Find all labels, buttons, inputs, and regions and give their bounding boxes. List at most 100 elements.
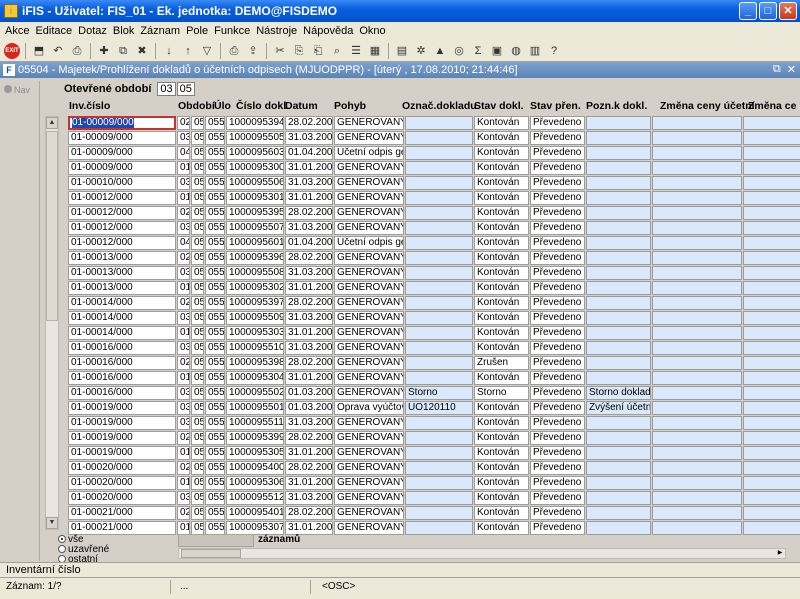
cell-stav-dokl[interactable]: Kontován xyxy=(474,476,529,490)
col-zmena-ceny-2[interactable]: Změna ce xyxy=(748,100,796,112)
cell-obdobi[interactable]: 03 xyxy=(177,176,190,190)
cell-ulo[interactable]: 055 xyxy=(205,521,225,535)
cell-datum[interactable]: 01.03.2005 xyxy=(285,386,333,400)
cell-datum[interactable]: 31.01.2005 xyxy=(285,521,333,535)
cell-pozn-k-dokl[interactable] xyxy=(586,506,651,520)
cell-rok[interactable]: 05 xyxy=(191,251,204,265)
cell-datum[interactable]: 31.01.2005 xyxy=(285,476,333,490)
sum-icon[interactable]: Σ xyxy=(470,43,486,59)
cell-inv-cislo[interactable]: 01-00021/000 xyxy=(68,521,176,535)
sort-descending-icon[interactable]: ↑ xyxy=(180,43,196,59)
cell-inv-cislo[interactable]: 01-00013/000 xyxy=(68,281,176,295)
cell-inv-cislo[interactable]: 01-00020/000 xyxy=(68,476,176,490)
cell-stav-pren[interactable]: Převedeno xyxy=(530,191,585,205)
cell-pozn-k-dokl[interactable] xyxy=(586,326,651,340)
cell-ulo[interactable]: 055 xyxy=(205,446,225,460)
cell-stav-pren[interactable]: Převedeno xyxy=(530,521,585,535)
scroll-up-icon[interactable]: ▲ xyxy=(46,117,58,129)
cell-stav-pren[interactable]: Převedeno xyxy=(530,176,585,190)
cell-stav-dokl[interactable]: Kontován xyxy=(474,191,529,205)
period-year-field[interactable]: 05 xyxy=(176,82,195,96)
cell-pozn-k-dokl[interactable] xyxy=(586,161,651,175)
cell-datum[interactable]: 01.04.2005 xyxy=(285,146,333,160)
cell-zmena-ceny-2[interactable] xyxy=(743,311,800,325)
cell-pozn-k-dokl[interactable] xyxy=(586,461,651,475)
cell-inv-cislo[interactable]: 01-00016/000 xyxy=(68,371,176,385)
cell-inv-cislo[interactable]: 01-00020/000 xyxy=(68,491,176,505)
cell-zmena-ceny-ucetni[interactable] xyxy=(652,311,742,325)
cell-stav-dokl[interactable]: Kontován xyxy=(474,461,529,475)
cell-zmena-ceny-ucetni[interactable] xyxy=(652,206,742,220)
cell-pohyb[interactable]: Oprava vyúčtovar xyxy=(334,401,404,415)
cell-pohyb[interactable]: Účetní odpis gene xyxy=(334,236,404,250)
cell-zmena-ceny-ucetni[interactable] xyxy=(652,176,742,190)
cell-zmena-ceny-ucetni[interactable] xyxy=(652,371,742,385)
cell-rok[interactable]: 05 xyxy=(191,386,204,400)
cell-stav-pren[interactable]: Převedeno xyxy=(530,266,585,280)
cell-pohyb[interactable]: GENEROVANÝ úč xyxy=(334,206,404,220)
cell-pozn-k-dokl[interactable] xyxy=(586,191,651,205)
cell-zmena-ceny-ucetni[interactable] xyxy=(652,131,742,145)
cell-obdobi[interactable]: 03 xyxy=(177,266,190,280)
cell-datum[interactable]: 31.03.2005 xyxy=(285,311,333,325)
calculator-icon[interactable]: ▥ xyxy=(527,43,543,59)
cell-pohyb[interactable]: GENEROVANÝ úč xyxy=(334,281,404,295)
cut-icon[interactable]: ✂ xyxy=(272,43,288,59)
cell-rok[interactable]: 05 xyxy=(191,371,204,385)
cell-zmena-ceny-ucetni[interactable] xyxy=(652,506,742,520)
cell-stav-dokl[interactable]: Kontován xyxy=(474,176,529,190)
cell-ulo[interactable]: 055 xyxy=(205,506,225,520)
cell-obdobi[interactable]: 03 xyxy=(177,221,190,235)
table-row[interactable]: 01-00012/0000405055100009560101.04.2005Ú… xyxy=(68,236,800,251)
cell-stav-pren[interactable]: Převedeno xyxy=(530,476,585,490)
cell-inv-cislo[interactable]: 01-00013/000 xyxy=(68,251,176,265)
cell-zmena-ceny-2[interactable] xyxy=(743,281,800,295)
cell-datum[interactable]: 01.03.2005 xyxy=(285,401,333,415)
cell-pozn-k-dokl[interactable] xyxy=(586,416,651,430)
cell-rok[interactable]: 05 xyxy=(191,236,204,250)
cell-rok[interactable]: 05 xyxy=(191,281,204,295)
cell-rok[interactable]: 05 xyxy=(191,326,204,340)
cell-datum[interactable]: 31.01.2005 xyxy=(285,191,333,205)
cell-datum[interactable]: 28.02.2005 xyxy=(285,251,333,265)
cell-zmena-ceny-2[interactable] xyxy=(743,221,800,235)
settings-icon[interactable]: ✲ xyxy=(413,43,429,59)
table-row[interactable]: 01-00014/0000205055100009539728.02.2005G… xyxy=(68,296,800,311)
cell-inv-cislo[interactable]: 01-00020/000 xyxy=(68,461,176,475)
cell-cislo-dokl[interactable]: 1000095512 xyxy=(226,491,284,505)
cell-pohyb[interactable]: GENEROVANÝ úč xyxy=(334,521,404,535)
table-row[interactable]: 01-00009/000 0205055100009539428.02.2005G… xyxy=(68,116,800,131)
cell-inv-cislo[interactable]: 01-00009/000 xyxy=(68,161,176,175)
cell-obdobi[interactable]: 01 xyxy=(177,326,190,340)
cell-stav-pren[interactable]: Převedeno xyxy=(530,356,585,370)
cell-inv-cislo[interactable]: 01-00019/000 xyxy=(68,431,176,445)
sort-ascending-icon[interactable]: ↓ xyxy=(161,43,177,59)
cell-rok[interactable]: 05 xyxy=(191,506,204,520)
cell-zmena-ceny-ucetni[interactable] xyxy=(652,251,742,265)
col-pohyb[interactable]: Pohyb xyxy=(334,100,366,112)
col-oznac-dokladu[interactable]: Označ.dokladu xyxy=(402,100,477,112)
cell-cislo-dokl[interactable]: 1000095305 xyxy=(226,446,284,460)
cell-cislo-dokl[interactable]: 1000095303 xyxy=(226,326,284,340)
cell-oznac-dokladu[interactable] xyxy=(405,206,473,220)
table-row[interactable]: 01-00013/0000305055100009550831.03.2005G… xyxy=(68,266,800,281)
cell-pozn-k-dokl[interactable] xyxy=(586,341,651,355)
cell-zmena-ceny-ucetni[interactable] xyxy=(652,446,742,460)
paste-icon[interactable]: ⎗ xyxy=(310,43,326,59)
menu-item-dotaz[interactable]: Dotaz xyxy=(75,25,110,37)
refresh-icon[interactable]: ◎ xyxy=(451,43,467,59)
table-row[interactable]: 01-00020/0000205055100009540028.02.2005G… xyxy=(68,461,800,476)
cell-obdobi[interactable]: 04 xyxy=(177,236,190,250)
cell-zmena-ceny-ucetni[interactable] xyxy=(652,386,742,400)
cell-zmena-ceny-ucetni[interactable] xyxy=(652,431,742,445)
cell-oznac-dokladu[interactable] xyxy=(405,446,473,460)
cell-ulo[interactable]: 055 xyxy=(205,206,225,220)
cell-oznac-dokladu[interactable]: Storno xyxy=(405,386,473,400)
delete-record-icon[interactable]: ✖ xyxy=(134,43,150,59)
cell-pohyb[interactable]: GENEROVANÝ úč xyxy=(334,116,404,130)
cell-pohyb[interactable]: Účetní odpis gene xyxy=(334,146,404,160)
cell-zmena-ceny-ucetni[interactable] xyxy=(652,146,742,160)
cell-cislo-dokl[interactable]: 1000095502 xyxy=(226,386,284,400)
maximize-button[interactable]: □ xyxy=(759,2,777,20)
cell-stav-dokl[interactable]: Kontován xyxy=(474,281,529,295)
